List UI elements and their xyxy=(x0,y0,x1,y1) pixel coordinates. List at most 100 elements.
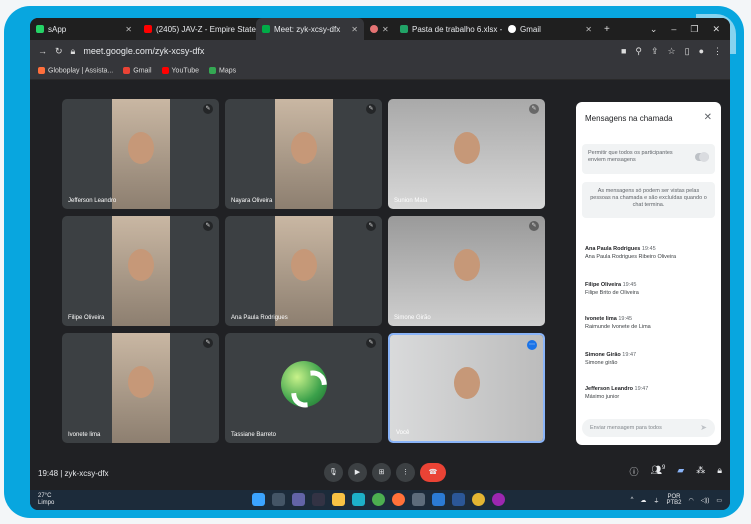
tab-gmail[interactable]: Gmail ✕ xyxy=(502,18,598,40)
face xyxy=(453,366,480,399)
bookmark-globoplay[interactable]: Globoplay | Assista... xyxy=(38,66,113,74)
word-icon[interactable] xyxy=(452,493,465,506)
chat-input-placeholder: Enviar mensagem para todos xyxy=(590,425,662,431)
weather-condition: Limpo xyxy=(38,500,55,506)
minimize-icon[interactable]: – xyxy=(671,24,676,35)
participant-tile[interactable]: ✎ Filipe Oliveira xyxy=(62,216,219,326)
host-controls-icon[interactable]: 🔒︎ xyxy=(717,465,722,478)
share-icon[interactable]: ⇪ xyxy=(651,46,659,57)
camera-icon[interactable]: ■ xyxy=(621,46,626,57)
bookmark-label: Gmail xyxy=(133,67,152,75)
chat-message: Ivonete lima 19:45 Raimunde Ivonete de L… xyxy=(585,315,651,331)
explorer-icon[interactable] xyxy=(332,493,345,506)
chat-message: Ana Paula Rodrigues 19:45 Ana Paula Rodr… xyxy=(585,245,676,261)
meeting-controls-bar: 19:48 | zyk-xcsy-dfx 🎙︎ ▶ ⊞ ⋮ ☎ ⓘ 👥︎9 ▰ … xyxy=(30,458,730,488)
bookmark-maps[interactable]: Maps xyxy=(209,66,236,74)
participant-tile[interactable]: ✎ Ana Paula Rodrigues xyxy=(225,216,382,326)
usb-icon[interactable]: ⏚ xyxy=(653,496,659,505)
chrome-alt-icon[interactable] xyxy=(472,493,485,506)
tab-whatsapp[interactable]: sApp ✕ xyxy=(30,18,138,40)
chat-notice: As mensagens só podem ser vistas pelas p… xyxy=(582,182,715,218)
close-icon[interactable]: ✕ xyxy=(382,25,389,34)
bookmarks-bar: Globoplay | Assista... Gmail YouTube Map… xyxy=(30,62,730,80)
volume-icon[interactable]: ◁)) xyxy=(701,497,710,504)
participant-tile[interactable]: ✎ Nayara Oliveira xyxy=(225,99,382,209)
video-feed xyxy=(112,333,170,443)
onedrive-icon[interactable]: ☁ xyxy=(640,497,646,504)
close-icon[interactable]: ✕ xyxy=(585,25,592,34)
more-options-icon[interactable]: ⋯ xyxy=(527,340,537,350)
participant-tile[interactable]: ✎ Ivonete lima xyxy=(62,333,219,443)
leave-call-button[interactable]: ☎ xyxy=(420,463,446,482)
participant-tile[interactable]: ✎ Tassiane Barreto xyxy=(225,333,382,443)
more-options-button[interactable]: ⋮ xyxy=(396,463,415,482)
participant-tile[interactable]: ✎ Sunion Maia xyxy=(388,99,545,209)
message-time: 19:47 xyxy=(634,386,649,392)
participant-name: Sunion Maia xyxy=(394,198,428,204)
mic-button[interactable]: 🎙︎ xyxy=(324,463,343,482)
activities-icon[interactable]: ⁂ xyxy=(696,465,705,478)
search-icon[interactable] xyxy=(272,493,285,506)
meeting-time-code: 19:48 | zyk-xcsy-dfx xyxy=(38,468,109,478)
mic-off-icon: ✎ xyxy=(529,221,539,231)
info-icon[interactable]: ⓘ xyxy=(629,465,638,478)
participant-tile-self[interactable]: ⋯ Você xyxy=(388,333,545,443)
participant-tile[interactable]: ✎ Simone Girão xyxy=(388,216,545,326)
tab-audio[interactable]: ✕ xyxy=(364,18,394,40)
send-icon[interactable]: ➤ xyxy=(700,419,707,437)
zoom-icon[interactable]: ⚲ xyxy=(635,46,642,57)
url-field[interactable]: meet.google.com/zyk-xcsy-dfx xyxy=(83,46,204,56)
face xyxy=(291,249,317,281)
participant-name: Ivonete lima xyxy=(68,432,101,438)
camera-app-icon[interactable] xyxy=(312,493,325,506)
weather-temp: 27°C xyxy=(38,493,52,499)
tab-search-icon[interactable]: ⌄ xyxy=(650,24,658,35)
photos-icon[interactable] xyxy=(432,493,445,506)
chat-input[interactable]: Enviar mensagem para todos ➤ xyxy=(582,419,715,437)
message-time: 19:45 xyxy=(618,316,633,322)
star-icon[interactable]: ☆ xyxy=(668,46,676,57)
mic-off-icon: ✎ xyxy=(366,221,376,231)
bookmark-gmail[interactable]: Gmail xyxy=(123,66,152,75)
new-tab-button[interactable]: + xyxy=(598,24,616,35)
weather-widget[interactable]: 27°C Limpo xyxy=(38,493,54,507)
taskbar-apps xyxy=(252,493,505,506)
message-sender: Filipe Oliveira xyxy=(585,282,622,288)
avatar[interactable]: ● xyxy=(699,46,704,57)
participant-grid: ✎ Jefferson Leandro ✎ Nayara Oliveira ✎ … xyxy=(62,99,548,445)
reload-icon[interactable]: ↻ xyxy=(55,46,63,57)
chat-icon[interactable]: ▰ xyxy=(677,465,684,478)
permission-toggle[interactable] xyxy=(695,152,709,162)
tab-excel[interactable]: Pasta de trabalho 6.xlsx - Mi ✕ xyxy=(394,18,502,40)
chevron-up-icon[interactable]: ^ xyxy=(631,497,634,503)
participant-tile[interactable]: ✎ Jefferson Leandro xyxy=(62,99,219,209)
forward-icon[interactable]: → xyxy=(38,46,47,56)
chat-message: Filipe Oliveira 19:45 Filipe Brito de Ol… xyxy=(585,281,639,297)
close-icon[interactable]: ✕ xyxy=(125,25,132,34)
menu-icon[interactable]: ⋮ xyxy=(713,46,722,57)
chrome-icon[interactable] xyxy=(372,493,385,506)
store-icon[interactable] xyxy=(412,493,425,506)
participant-name: Você xyxy=(396,430,410,436)
keyboard-layout[interactable]: POR PTB2 xyxy=(666,494,681,506)
firefox-icon[interactable] xyxy=(392,493,405,506)
bookmark-youtube[interactable]: YouTube xyxy=(161,66,199,74)
teams-icon[interactable] xyxy=(292,493,305,506)
camera-button[interactable]: ▶ xyxy=(348,463,367,482)
tab-youtube[interactable]: (2405) JAV-Z - Empire State I ✕ xyxy=(138,18,256,40)
battery-icon[interactable]: ▭ xyxy=(716,497,722,504)
restore-icon[interactable]: ❐ xyxy=(690,24,698,35)
close-window-icon[interactable]: ✕ xyxy=(712,24,720,35)
chrome-dev-icon[interactable] xyxy=(492,493,505,506)
close-icon[interactable]: ✕ xyxy=(704,112,712,123)
start-icon[interactable] xyxy=(252,493,265,506)
people-icon[interactable]: 👥︎9 xyxy=(651,465,666,478)
present-button[interactable]: ⊞ xyxy=(372,463,391,482)
call-controls: 🎙︎ ▶ ⊞ ⋮ ☎ xyxy=(324,463,446,482)
edge-icon[interactable] xyxy=(352,493,365,506)
message-text: Filipe Brito de Oliveira xyxy=(585,290,639,296)
close-icon[interactable]: ✕ xyxy=(351,25,358,34)
sidebar-icon[interactable]: ▯ xyxy=(685,46,690,57)
tab-meet[interactable]: Meet: zyk-xcsy-dfx ✕ xyxy=(256,18,364,40)
wifi-icon[interactable]: ◠ xyxy=(688,497,693,504)
